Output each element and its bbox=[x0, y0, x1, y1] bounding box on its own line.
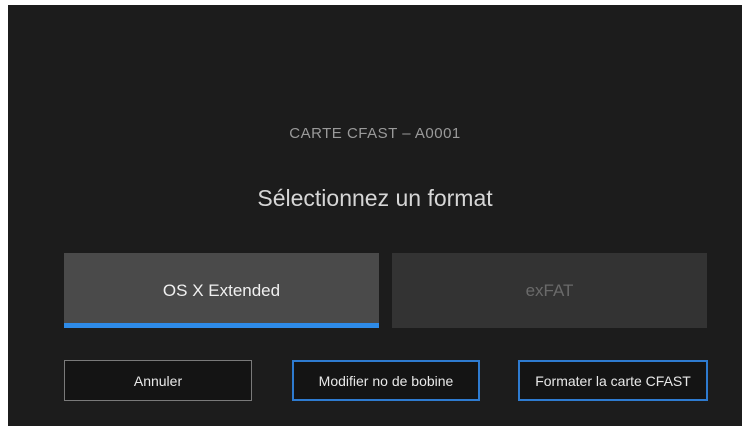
format-card-label: Formater la carte CFAST bbox=[535, 372, 691, 389]
format-card-screen: CARTE CFAST – A0001 Sélectionnez un form… bbox=[8, 5, 742, 426]
edit-reel-number-button[interactable]: Modifier no de bobine bbox=[292, 360, 480, 401]
format-option-os-x-extended[interactable]: OS X Extended bbox=[64, 253, 379, 328]
format-option-exfat[interactable]: exFAT bbox=[392, 253, 707, 328]
format-option-label: OS X Extended bbox=[162, 280, 281, 300]
dialog-heading: Sélectionnez un format bbox=[257, 185, 493, 211]
card-label: CARTE CFAST – A0001 bbox=[289, 125, 461, 142]
format-option-label: exFAT bbox=[525, 280, 574, 300]
selected-indicator bbox=[64, 323, 379, 328]
edit-reel-number-label: Modifier no de bobine bbox=[318, 372, 454, 389]
cancel-button[interactable]: Annuler bbox=[64, 360, 252, 401]
format-card-button[interactable]: Formater la carte CFAST bbox=[518, 360, 708, 401]
cancel-button-label: Annuler bbox=[133, 372, 183, 389]
